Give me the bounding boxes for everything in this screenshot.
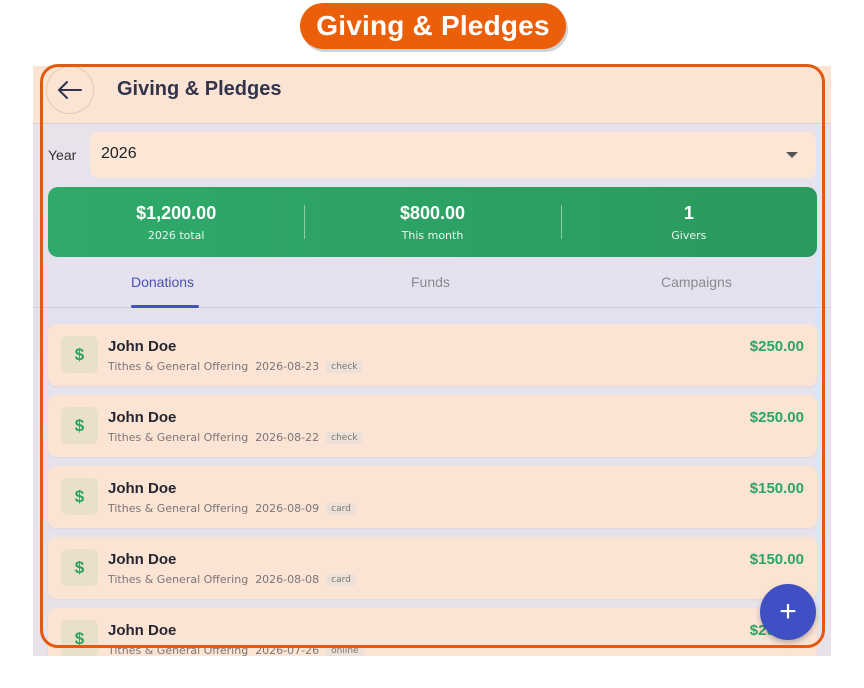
donation-meta: Tithes & General Offering 2026-08-22 check xyxy=(108,431,363,444)
stat-this-month: $800.00 This month xyxy=(304,187,560,257)
back-button[interactable] xyxy=(46,66,94,114)
page-title: Giving & Pledges xyxy=(117,78,282,100)
tab-funds[interactable]: Funds xyxy=(411,274,450,290)
fund-name: Tithes & General Offering xyxy=(108,573,249,586)
stat-value: $1,200.00 xyxy=(136,202,217,223)
donation-date: 2026-08-09 xyxy=(255,502,320,515)
year-select-value: 2026 xyxy=(101,145,137,162)
stat-label: This month xyxy=(401,228,464,242)
title-badge: Giving & Pledges xyxy=(300,3,566,49)
donation-amount: $150.00 xyxy=(749,551,804,568)
tab-campaigns[interactable]: Campaigns xyxy=(661,274,732,290)
method-chip: online xyxy=(326,645,364,656)
donor-name: John Doe xyxy=(108,338,177,355)
method-chip: check xyxy=(326,361,363,373)
donation-date: 2026-08-23 xyxy=(255,360,320,373)
top-app-bar: Giving & Pledges xyxy=(33,66,831,124)
donation-meta: Tithes & General Offering 2026-08-23 check xyxy=(108,360,363,373)
donation-meta: Tithes & General Offering 2026-08-09 card xyxy=(108,502,356,515)
year-select[interactable]: 2026 xyxy=(90,132,816,178)
donation-meta: Tithes & General Offering 2026-08-08 card xyxy=(108,573,356,586)
arrow-left-icon xyxy=(58,81,82,99)
year-label: Year xyxy=(48,147,77,163)
donation-card[interactable]: $ John Doe Tithes & General Offering 2026… xyxy=(48,395,817,457)
donor-name: John Doe xyxy=(108,551,177,568)
fund-name: Tithes & General Offering xyxy=(108,644,249,656)
donation-amount: $250.00 xyxy=(749,409,804,426)
method-chip: card xyxy=(326,574,356,586)
donation-date: 2026-08-22 xyxy=(255,431,320,444)
dollar-icon: $ xyxy=(61,336,98,373)
fund-name: Tithes & General Offering xyxy=(108,431,249,444)
tab-donations[interactable]: Donations xyxy=(131,274,194,290)
dollar-icon: $ xyxy=(61,620,98,656)
stat-givers: 1 Givers xyxy=(560,187,817,257)
fund-name: Tithes & General Offering xyxy=(108,360,249,373)
donor-name: John Doe xyxy=(108,480,177,497)
donor-name: John Doe xyxy=(108,622,177,639)
donation-date: 2026-08-08 xyxy=(255,573,320,586)
donation-card[interactable]: $ John Doe Tithes & General Offering 2026… xyxy=(48,537,817,599)
donation-date: 2026-07-26 xyxy=(255,644,320,656)
dollar-icon: $ xyxy=(61,478,98,515)
donation-amount: $250.00 xyxy=(749,338,804,355)
tab-bar: Donations Funds Campaigns xyxy=(33,262,831,308)
stat-label: Givers xyxy=(671,228,707,242)
fund-name: Tithes & General Offering xyxy=(108,502,249,515)
active-tab-indicator xyxy=(131,305,199,308)
summary-stats-banner: $1,200.00 2026 total $800.00 This month … xyxy=(48,187,817,257)
donor-name: John Doe xyxy=(108,409,177,426)
stat-value: $800.00 xyxy=(399,202,466,223)
donation-card[interactable]: $ John Doe Tithes & General Offering 2026… xyxy=(48,324,817,386)
add-donation-button[interactable]: + xyxy=(760,584,816,640)
dollar-icon: $ xyxy=(61,407,98,444)
donation-card[interactable]: $ John Doe Tithes & General Offering 2026… xyxy=(48,466,817,528)
phone-screen: Giving & Pledges Year 2026 $1,200.00 202… xyxy=(33,66,831,656)
donation-meta: Tithes & General Offering 2026-07-26 onlin… xyxy=(108,644,364,656)
method-chip: check xyxy=(326,432,363,444)
donation-card[interactable]: $ John Doe Tithes & General Offering 2026… xyxy=(48,608,817,656)
stat-total: $1,200.00 2026 total xyxy=(48,187,304,257)
method-chip: card xyxy=(326,503,356,515)
caret-down-icon xyxy=(786,152,798,158)
stat-label: 2026 total xyxy=(147,228,205,242)
dollar-icon: $ xyxy=(61,549,98,586)
app-root: Giving & Pledges Giving & Pledges Year 2… xyxy=(0,0,864,688)
donation-amount: $150.00 xyxy=(749,480,804,497)
stat-value: 1 xyxy=(683,202,694,223)
